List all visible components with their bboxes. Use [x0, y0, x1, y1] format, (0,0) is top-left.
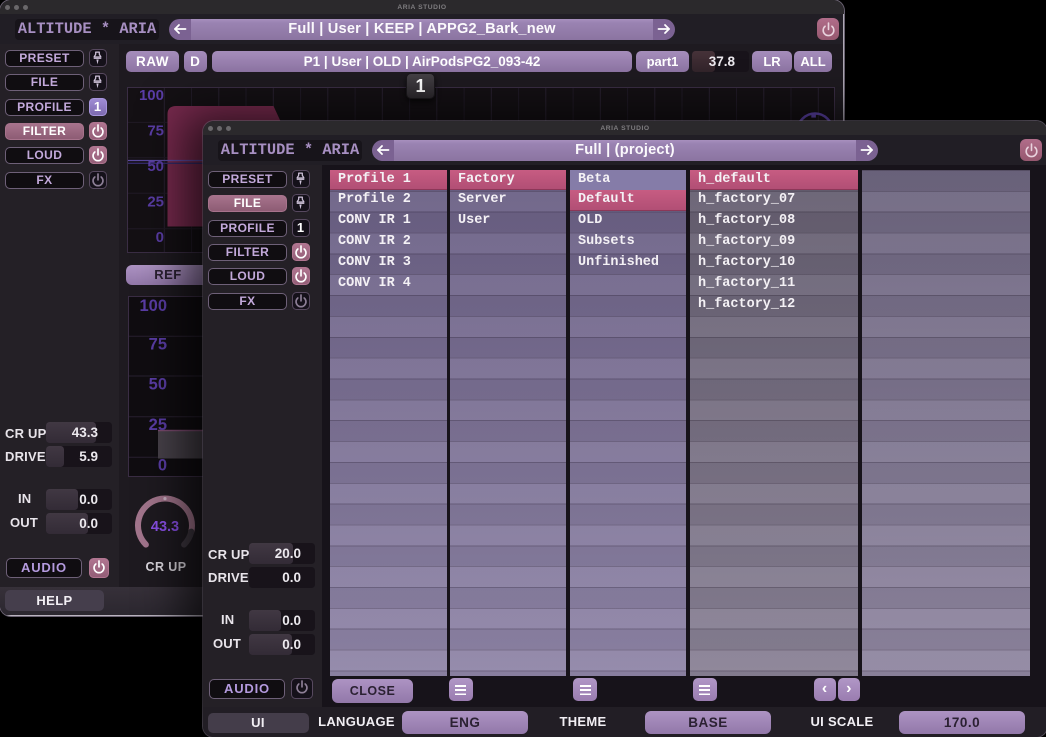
- svg-text:0: 0: [158, 456, 167, 474]
- svg-text:50: 50: [147, 158, 164, 175]
- svg-text:50: 50: [149, 375, 167, 393]
- svg-text:43.3: 43.3: [151, 519, 179, 535]
- svg-text:25: 25: [149, 416, 167, 434]
- svg-text:0: 0: [156, 229, 164, 246]
- svg-text:25: 25: [147, 193, 164, 210]
- svg-text:75: 75: [149, 335, 167, 353]
- svg-text:100: 100: [139, 297, 167, 315]
- svg-text:100: 100: [139, 88, 164, 104]
- svg-text:75: 75: [147, 123, 164, 140]
